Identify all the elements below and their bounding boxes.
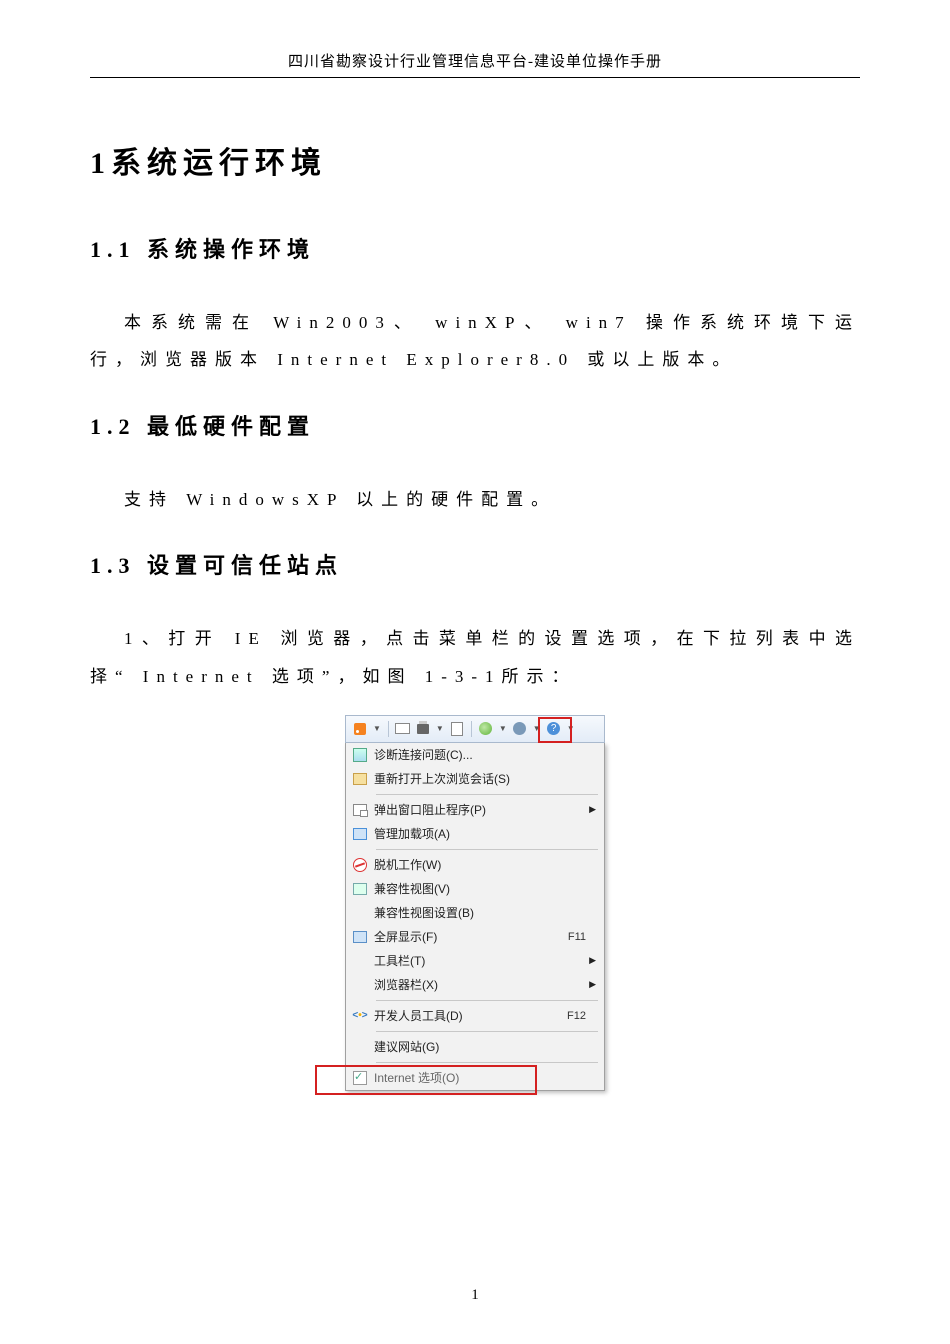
menu-item-developer-tools[interactable]: <•> 开发人员工具(D) F12 xyxy=(346,1004,604,1028)
offline-icon xyxy=(353,858,367,872)
menu-label: 诊断连接问题(C)... xyxy=(374,746,556,763)
ie-menu-figure: ▼ ▼ ▼ ▼ ? ▼ 诊断连接问题(C)... 重新打开上次浏览会话(S) xyxy=(345,715,605,1095)
dropdown-arrow-icon[interactable]: ▼ xyxy=(436,724,444,733)
print-icon[interactable] xyxy=(415,721,431,737)
menu-label: 浏览器栏(X) xyxy=(374,976,556,993)
menu-shortcut: F11 xyxy=(556,931,586,943)
menu-item-suggested-sites[interactable]: 建议网站(G) xyxy=(346,1035,604,1059)
addons-icon xyxy=(353,828,367,840)
help-icon[interactable]: ? xyxy=(546,721,562,737)
submenu-arrow-icon: ▶ xyxy=(586,979,596,990)
heading-1-1: 1.1 系统操作环境 xyxy=(90,232,860,264)
tools-gear-icon[interactable] xyxy=(512,721,528,737)
menu-item-compat-settings[interactable]: 兼容性视图设置(B) xyxy=(346,901,604,925)
page-header: 四川省勘察设计行业管理信息平台-建设单位操作手册 xyxy=(90,50,860,78)
menu-label: 管理加载项(A) xyxy=(374,825,556,842)
heading-1: 1系统运行环境 xyxy=(90,138,860,182)
reopen-session-icon xyxy=(353,773,367,785)
menu-item-manage-addons[interactable]: 管理加载项(A) xyxy=(346,822,604,846)
menu-label: 重新打开上次浏览会话(S) xyxy=(374,770,556,787)
heading-1-3: 1.3 设置可信任站点 xyxy=(90,548,860,580)
menu-item-work-offline[interactable]: 脱机工作(W) xyxy=(346,853,604,877)
menu-item-toolbars[interactable]: 工具栏(T) ▶ xyxy=(346,949,604,973)
menu-item-fullscreen[interactable]: 全屏显示(F) F11 xyxy=(346,925,604,949)
paragraph-1-2: 支持 WindowsXP 以上的硬件配置。 xyxy=(90,481,860,518)
mail-icon[interactable] xyxy=(395,721,411,737)
dev-tools-icon: <•> xyxy=(352,1010,367,1021)
page-number: 1 xyxy=(0,1287,950,1304)
fullscreen-icon xyxy=(353,931,367,943)
menu-item-internet-options[interactable]: Internet 选项(O) xyxy=(346,1066,604,1090)
dropdown-arrow-icon[interactable]: ▼ xyxy=(567,724,575,733)
menu-label: 建议网站(G) xyxy=(374,1038,556,1055)
menu-label: 工具栏(T) xyxy=(374,952,556,969)
ie-tools-dropdown: 诊断连接问题(C)... 重新打开上次浏览会话(S) 弹出窗口阻止程序(P) ▶… xyxy=(345,743,605,1091)
paragraph-1-3: 1、打开 IE 浏览器，点击菜单栏的设置选项，在下拉列表中选择“ Interne… xyxy=(90,620,860,695)
menu-shortcut: F12 xyxy=(556,1010,586,1022)
compat-view-icon xyxy=(353,883,367,895)
menu-item-diagnose[interactable]: 诊断连接问题(C)... xyxy=(346,743,604,767)
page-icon[interactable] xyxy=(449,721,465,737)
safety-icon[interactable] xyxy=(478,721,494,737)
dropdown-arrow-icon[interactable]: ▼ xyxy=(373,724,381,733)
menu-label: 脱机工作(W) xyxy=(374,856,556,873)
menu-item-reopen-session[interactable]: 重新打开上次浏览会话(S) xyxy=(346,767,604,791)
heading-1-2: 1.2 最低硬件配置 xyxy=(90,409,860,441)
dropdown-arrow-icon[interactable]: ▼ xyxy=(499,724,507,733)
menu-label: 兼容性视图(V) xyxy=(374,880,556,897)
internet-options-icon xyxy=(353,1071,367,1085)
diagnose-icon xyxy=(353,748,367,762)
menu-label: 弹出窗口阻止程序(P) xyxy=(374,801,556,818)
menu-item-explorer-bars[interactable]: 浏览器栏(X) ▶ xyxy=(346,973,604,997)
dropdown-arrow-icon[interactable]: ▼ xyxy=(533,724,541,733)
menu-item-popup-blocker[interactable]: 弹出窗口阻止程序(P) ▶ xyxy=(346,798,604,822)
popup-blocker-icon xyxy=(353,804,367,816)
paragraph-1-1: 本系统需在 Win2003、 winXP、 win7 操作系统环境下运行，浏览器… xyxy=(90,304,860,379)
submenu-arrow-icon: ▶ xyxy=(586,955,596,966)
menu-label: 全屏显示(F) xyxy=(374,928,556,945)
ie-toolbar: ▼ ▼ ▼ ▼ ? ▼ xyxy=(345,715,605,743)
menu-label: Internet 选项(O) xyxy=(374,1069,556,1086)
menu-label: 开发人员工具(D) xyxy=(374,1007,556,1024)
rss-icon[interactable] xyxy=(352,721,368,737)
menu-item-compat-view[interactable]: 兼容性视图(V) xyxy=(346,877,604,901)
menu-label: 兼容性视图设置(B) xyxy=(374,904,556,921)
submenu-arrow-icon: ▶ xyxy=(586,804,596,815)
